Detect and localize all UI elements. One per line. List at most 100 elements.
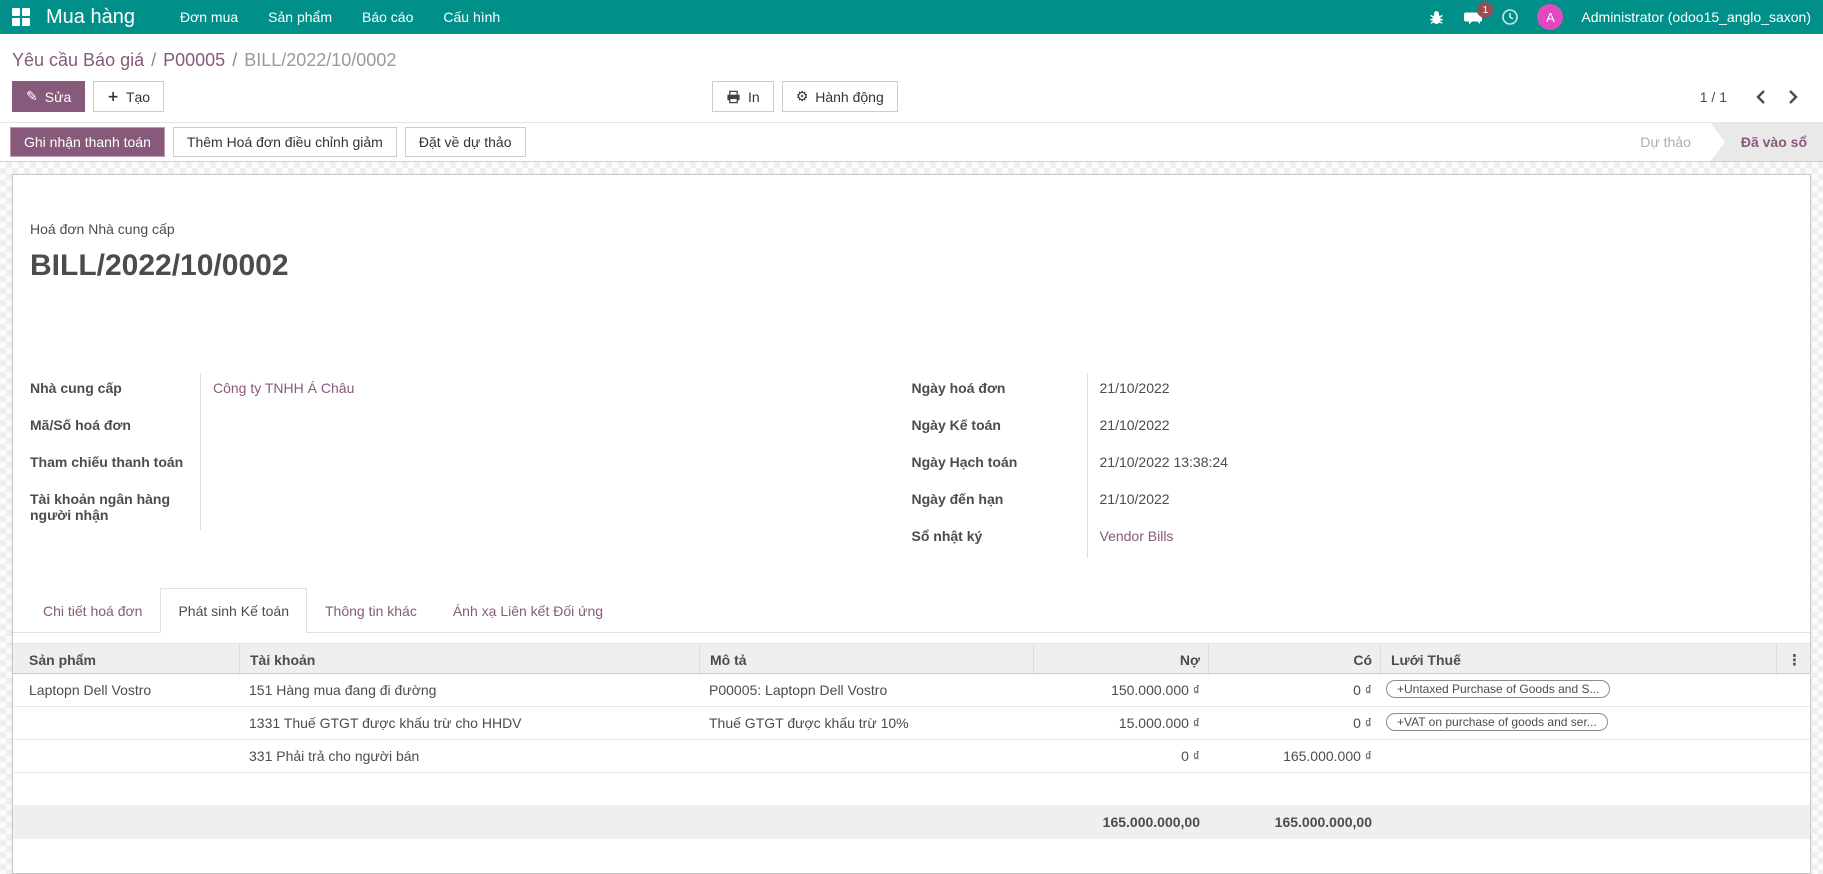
- breadcrumb: Yêu cầu Báo giá/P00005/BILL/2022/10/0002: [12, 48, 1811, 72]
- column-header-tax-grid[interactable]: Lưới Thuế: [1380, 644, 1776, 675]
- tab-counterpart-mapping[interactable]: Ánh xạ Liên kết Đối ứng: [435, 588, 621, 633]
- breadcrumb-link-po[interactable]: P00005: [163, 50, 225, 70]
- journal-link[interactable]: Vendor Bills: [1088, 521, 1174, 551]
- reset-to-draft-button[interactable]: Đặt về dự thảo: [405, 127, 526, 157]
- total-credit: 165.000.000,00: [1208, 814, 1380, 830]
- tax-grid-tag: +VAT on purchase of goods and ser...: [1386, 713, 1608, 731]
- print-button[interactable]: In: [712, 81, 774, 112]
- table-row[interactable]: 1331 Thuế GTGT được khấu trừ cho HHDV Th…: [13, 707, 1810, 740]
- field-label: Tài khoản ngân hàng người nhận: [30, 484, 201, 530]
- add-credit-note-button[interactable]: Thêm Hoá đơn điều chỉnh giảm: [173, 127, 397, 157]
- field-bill-reference: Mã/Số hoá đơn: [30, 410, 912, 447]
- action-buttons: In ⚙ Hành động: [712, 81, 898, 112]
- field-payment-reference: Tham chiếu thanh toán: [30, 447, 912, 484]
- pager: 1 / 1: [1700, 85, 1811, 109]
- field-value: 21/10/2022: [1088, 484, 1170, 514]
- nav-item-cau-hinh[interactable]: Cấu hình: [428, 0, 515, 34]
- field-value: 21/10/2022: [1088, 410, 1170, 440]
- column-header-debit[interactable]: Nợ: [1033, 644, 1208, 675]
- list-empty-space: [13, 773, 1810, 805]
- field-value: 21/10/2022: [1088, 373, 1170, 403]
- table-row[interactable]: 331 Phải trả cho người bán 0 ₫ 165.000.0…: [13, 740, 1810, 773]
- form-view-background: Hoá đơn Nhà cung cấp BILL/2022/10/0002 N…: [0, 162, 1823, 874]
- state-posted[interactable]: Đã vào sổ: [1711, 123, 1823, 161]
- cell-credit: 0 ₫: [1208, 682, 1380, 698]
- pencil-icon: ✎: [26, 89, 38, 105]
- user-menu[interactable]: Administrator (odoo15_anglo_saxon): [1581, 9, 1811, 25]
- plus-icon: +: [107, 89, 119, 105]
- breadcrumb-separator: /: [144, 50, 163, 70]
- breadcrumb-current: BILL/2022/10/0002: [244, 50, 396, 70]
- vendor-link[interactable]: Công ty TNHH Á Châu: [201, 373, 354, 403]
- field-label: Ngày hoá đơn: [912, 373, 1088, 410]
- field-recipient-bank: Tài khoản ngân hàng người nhận: [30, 484, 912, 530]
- field-group-right: Ngày hoá đơn 21/10/2022 Ngày Kế toán 21/…: [912, 373, 1794, 558]
- table-row[interactable]: Laptopn Dell Vostro 151 Hàng mua đang đi…: [13, 674, 1810, 707]
- cell-description: P00005: Laptopn Dell Vostro: [699, 682, 1033, 698]
- odoo-app: Mua hàng Đơn mua Sản phẩm Báo cáo Cấu hì…: [0, 0, 1823, 874]
- control-panel-buttons: ✎ Sửa + Tạo In ⚙ Hành động: [12, 81, 1811, 112]
- gear-icon: ⚙: [796, 89, 809, 105]
- pager-next-button[interactable]: [1784, 85, 1803, 109]
- tab-invoice-lines[interactable]: Chi tiết hoá đơn: [25, 588, 160, 633]
- breadcrumb-separator: /: [225, 50, 244, 70]
- optional-columns-icon[interactable]: ⋮: [1776, 644, 1810, 675]
- field-value: [201, 447, 213, 461]
- nav-systray: 1 A Administrator (odoo15_anglo_saxon): [1428, 4, 1811, 30]
- create-button[interactable]: + Tạo: [93, 81, 164, 112]
- debug-bug-icon[interactable]: [1428, 9, 1445, 26]
- notebook-tabs: Chi tiết hoá đơn Phát sinh Kế toán Thông…: [13, 588, 1810, 633]
- messages-icon[interactable]: 1: [1463, 9, 1483, 26]
- field-label: Ngày Hạch toán: [912, 447, 1088, 484]
- cell-account: 151 Hàng mua đang đi đường: [239, 682, 699, 698]
- cell-account: 331 Phải trả cho người bán: [239, 748, 699, 764]
- field-group-left: Nhà cung cấp Công ty TNHH Á Châu Mã/Số h…: [30, 373, 912, 558]
- statusbar: Ghi nhận thanh toán Thêm Hoá đơn điều ch…: [0, 122, 1823, 162]
- notebook: Chi tiết hoá đơn Phát sinh Kế toán Thông…: [13, 588, 1810, 839]
- chevron-left-icon: [1755, 89, 1766, 105]
- column-header-account[interactable]: Tài khoản: [239, 644, 699, 675]
- field-groups: Nhà cung cấp Công ty TNHH Á Châu Mã/Số h…: [30, 373, 1793, 558]
- column-header-product[interactable]: Sản phẩm: [13, 644, 239, 675]
- user-avatar[interactable]: A: [1537, 4, 1563, 30]
- field-vendor: Nhà cung cấp Công ty TNHH Á Châu: [30, 373, 912, 410]
- field-bill-date: Ngày hoá đơn 21/10/2022: [912, 373, 1794, 410]
- column-header-description[interactable]: Mô tả: [699, 644, 1033, 675]
- pager-counter: 1 / 1: [1700, 89, 1727, 105]
- field-label: Tham chiếu thanh toán: [30, 447, 201, 484]
- edit-button[interactable]: ✎ Sửa: [12, 81, 85, 112]
- journal-items-table: Sản phẩm Tài khoản Mô tả Nợ Có Lưới Thuế…: [13, 643, 1810, 839]
- document-type-label: Hoá đơn Nhà cung cấp: [30, 221, 1793, 237]
- totals-row: 165.000.000,00 165.000.000,00: [13, 805, 1810, 839]
- cell-debit: 150.000.000 ₫: [1033, 682, 1208, 698]
- field-value: 21/10/2022 13:38:24: [1088, 447, 1228, 477]
- form-sheet: Hoá đơn Nhà cung cấp BILL/2022/10/0002 N…: [12, 174, 1811, 874]
- cell-debit: 15.000.000 ₫: [1033, 715, 1208, 731]
- cell-credit: 165.000.000 ₫: [1208, 748, 1380, 764]
- action-menu-button[interactable]: ⚙ Hành động: [782, 81, 898, 112]
- register-payment-button[interactable]: Ghi nhận thanh toán: [10, 127, 165, 157]
- tax-grid-tag: +Untaxed Purchase of Goods and S...: [1386, 680, 1610, 698]
- breadcrumb-link-rfq[interactable]: Yêu cầu Báo giá: [12, 50, 144, 70]
- chevron-right-icon: [1788, 89, 1799, 105]
- printer-icon: [726, 90, 741, 104]
- total-debit: 165.000.000,00: [1033, 814, 1208, 830]
- tab-journal-items[interactable]: Phát sinh Kế toán: [160, 588, 307, 633]
- field-label: Sổ nhật ký: [912, 521, 1088, 558]
- field-journal: Sổ nhật ký Vendor Bills: [912, 521, 1794, 558]
- field-due-date: Ngày đến hạn 21/10/2022: [912, 484, 1794, 521]
- nav-item-don-mua[interactable]: Đơn mua: [165, 0, 253, 34]
- apps-menu-icon[interactable]: [12, 8, 30, 26]
- nav-item-bao-cao[interactable]: Báo cáo: [347, 0, 428, 34]
- pager-previous-button[interactable]: [1751, 85, 1770, 109]
- app-brand[interactable]: Mua hàng: [46, 6, 135, 29]
- control-panel: Yêu cầu Báo giá/P00005/BILL/2022/10/0002…: [0, 34, 1823, 122]
- column-header-credit[interactable]: Có: [1208, 644, 1380, 675]
- document-name: BILL/2022/10/0002: [30, 249, 1793, 283]
- field-label: Nhà cung cấp: [30, 373, 201, 410]
- activities-clock-icon[interactable]: [1501, 8, 1519, 26]
- state-draft[interactable]: Dự thảo: [1620, 123, 1711, 161]
- tab-other-info[interactable]: Thông tin khác: [307, 588, 435, 633]
- cell-product: Laptopn Dell Vostro: [13, 682, 239, 698]
- nav-item-san-pham[interactable]: Sản phẩm: [253, 0, 347, 34]
